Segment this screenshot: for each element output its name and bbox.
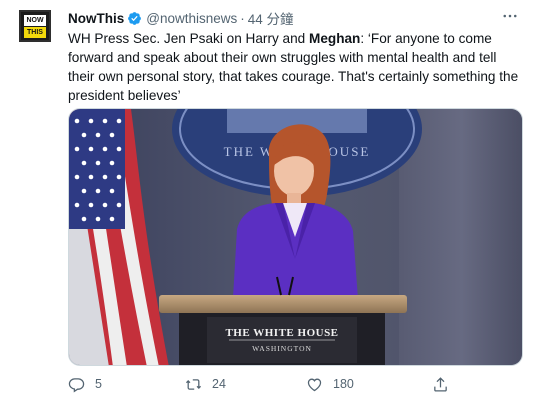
author-handle[interactable]: @nowthisnews	[146, 11, 237, 26]
more-icon[interactable]	[500, 7, 520, 27]
like-button[interactable]: 180	[306, 374, 354, 394]
header-separator: ·	[240, 10, 245, 26]
retweet-count: 24	[212, 377, 226, 391]
retweet-button[interactable]: 24	[185, 374, 226, 394]
avatar-logo-bottom: THIS	[24, 27, 46, 38]
podium-text-line1: THE WHITE HOUSE	[225, 327, 338, 339]
avatar-logo-top: NOW	[24, 15, 46, 26]
reply-count: 5	[95, 377, 102, 391]
video-frame: THE WHITE HOUSE	[69, 109, 522, 365]
like-count: 180	[333, 377, 354, 391]
tweet-video[interactable]: THE WHITE HOUSE	[68, 108, 523, 366]
tweet: NOW THIS NowThis @nowthisnews · 44 分鐘 WH…	[0, 0, 536, 402]
reply-icon	[68, 377, 85, 392]
tweet-text-bold: Meghan	[309, 31, 361, 46]
reply-button[interactable]: 5	[68, 374, 102, 394]
tweet-text: WH Press Sec. Jen Psaki on Harry and Meg…	[68, 29, 523, 105]
tweet-text-part1: WH Press Sec. Jen Psaki on Harry and	[68, 31, 309, 46]
share-button[interactable]	[432, 374, 449, 394]
verified-badge-icon	[128, 11, 142, 25]
author-name[interactable]: NowThis	[68, 11, 124, 26]
heart-icon	[307, 378, 322, 391]
action-bar: 5 24 180	[68, 374, 523, 394]
timestamp[interactable]: 44 分鐘	[248, 8, 294, 28]
retweet-icon	[185, 378, 202, 390]
share-icon	[434, 376, 447, 392]
podium-text-line2: WASHINGTON	[252, 344, 312, 353]
avatar[interactable]: NOW THIS	[19, 10, 51, 42]
tweet-header: NowThis @nowthisnews · 44 分鐘	[68, 8, 294, 28]
